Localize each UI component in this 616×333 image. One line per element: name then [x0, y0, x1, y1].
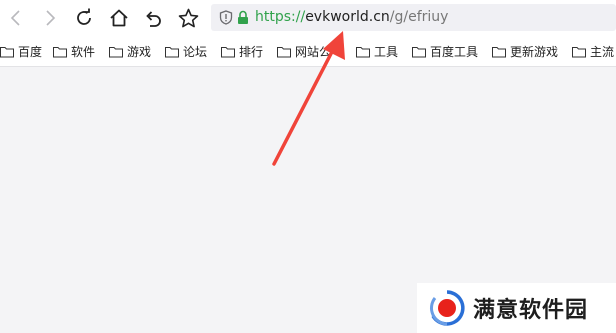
folder-icon: [0, 46, 14, 57]
bookmark-folder[interactable]: 百度工具: [412, 43, 478, 60]
bookmark-label: 论坛: [183, 45, 208, 59]
undo-button[interactable]: [139, 4, 167, 32]
bookmark-folder[interactable]: 游戏: [109, 43, 151, 60]
url-scheme: https://: [255, 9, 306, 25]
bookmark-folder[interactable]: 软件: [53, 43, 95, 60]
folder-icon: [572, 46, 586, 57]
star-icon: [178, 8, 198, 27]
folder-icon: [412, 46, 426, 57]
folder-icon: [492, 46, 506, 57]
address-bar[interactable]: https://evkworld.cn/g/efriuy: [211, 4, 616, 31]
bookmark-label: 百度: [18, 45, 43, 59]
reload-icon: [77, 8, 91, 25]
url-text[interactable]: https://evkworld.cn/g/efriuy: [255, 4, 448, 31]
browser-toolbar: https://evkworld.cn/g/efriuy: [0, 0, 616, 36]
url-path: /g/efriuy: [389, 9, 449, 25]
chevron-left-icon: [10, 10, 20, 26]
url-host: evkworld.cn: [305, 9, 390, 25]
bookmark-folder[interactable]: 更新游戏: [492, 43, 558, 60]
watermark-text: 满意软件园: [473, 298, 589, 323]
folder-icon: [221, 46, 235, 57]
bookmark-folder[interactable]: 论坛: [165, 43, 207, 60]
undo-icon: [146, 11, 161, 27]
bookmark-folder[interactable]: 排行: [221, 43, 263, 60]
home-icon: [110, 9, 128, 27]
watermark: 满意软件园: [417, 283, 616, 333]
folder-icon: [277, 46, 291, 57]
bookmark-folder[interactable]: 主流: [572, 43, 614, 60]
bookmark-label: 工具: [374, 45, 399, 59]
bookmark-label: 百度工具: [430, 45, 479, 59]
back-button[interactable]: [2, 4, 30, 32]
bookmark-label: 排行: [239, 45, 264, 59]
bookmark-star-button[interactable]: [174, 4, 202, 32]
folder-icon: [165, 46, 179, 57]
bookmark-label: 游戏: [127, 45, 152, 59]
folder-icon: [53, 46, 67, 57]
forward-button[interactable]: [36, 4, 64, 32]
bookmark-folder[interactable]: 网站公: [277, 43, 331, 60]
home-button[interactable]: [105, 4, 133, 32]
chevron-right-icon: [46, 10, 56, 26]
folder-icon: [109, 46, 123, 57]
site-logo-icon: [430, 290, 465, 326]
lock-icon[interactable]: [237, 10, 249, 25]
folder-icon: [356, 46, 370, 57]
bookmark-folder[interactable]: 百度: [0, 43, 42, 60]
bookmark-label: 网站公: [295, 45, 332, 59]
reload-button[interactable]: [70, 4, 98, 32]
bookmark-label: 更新游戏: [510, 45, 559, 59]
bookmark-label: 主流: [590, 45, 615, 59]
bookmark-label: 软件: [71, 45, 96, 59]
shield-icon[interactable]: [219, 10, 233, 25]
bookmark-folder[interactable]: 工具: [356, 43, 398, 60]
bookmarks-bar: 百度 软件 游戏 论坛 排行 网站公 工具 百度工具 更新游戏 主流: [0, 36, 616, 67]
